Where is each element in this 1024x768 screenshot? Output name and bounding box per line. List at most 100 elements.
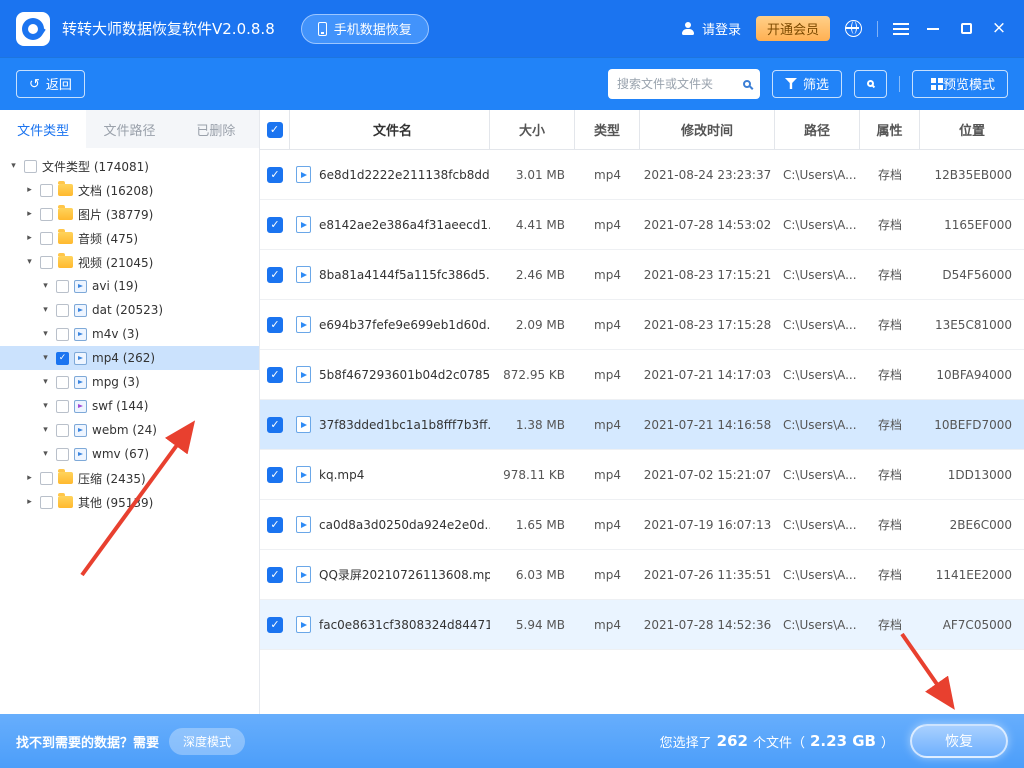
row-checkbox[interactable]: ✓ xyxy=(267,466,283,483)
tree-checkbox[interactable]: ✓ xyxy=(40,183,53,197)
table-row[interactable]: ✓ 5b8f467293601b04d2c0785... 872.95 KB m… xyxy=(260,350,1024,400)
expand-arrow-icon[interactable]: ▾ xyxy=(40,353,51,363)
expand-arrow-icon[interactable]: ▾ xyxy=(40,377,51,387)
tree-item[interactable]: ▸ ✓ 文档 (16208) xyxy=(0,178,259,202)
search-box[interactable] xyxy=(607,68,760,99)
search-options-button[interactable] xyxy=(853,69,887,98)
expand-arrow-icon[interactable]: ▾ xyxy=(40,281,51,291)
expand-arrow-icon[interactable]: ▸ xyxy=(24,473,35,483)
tree-item[interactable]: ▾ ✓ avi (19) xyxy=(0,274,259,298)
row-checkbox[interactable]: ✓ xyxy=(267,366,283,383)
row-checkbox[interactable]: ✓ xyxy=(267,216,283,233)
tree-checkbox[interactable]: ✓ xyxy=(56,375,69,389)
tree-checkbox[interactable]: ✓ xyxy=(40,495,53,509)
table-row[interactable]: ✓ 6e8d1d2222e211138fcb8dd... 3.01 MB mp4… xyxy=(260,150,1024,200)
file-type: mp4 xyxy=(594,517,621,532)
col-type[interactable]: 类型 xyxy=(575,110,640,149)
close-button[interactable]: × xyxy=(990,20,1008,38)
tree-checkbox[interactable]: ✓ xyxy=(40,207,53,221)
app-logo xyxy=(16,11,50,46)
expand-arrow-icon[interactable]: ▸ xyxy=(24,497,35,507)
search-icon[interactable] xyxy=(742,79,751,88)
service-icon[interactable] xyxy=(845,20,862,37)
tree-checkbox[interactable]: ✓ xyxy=(56,423,69,437)
col-modified[interactable]: 修改时间 xyxy=(640,110,775,149)
tab-file-type[interactable]: 文件类型 xyxy=(0,110,87,148)
table-row[interactable]: ✓ e8142ae2e386a4f31aeecd1... 4.41 MB mp4… xyxy=(260,200,1024,250)
tree-item[interactable]: ▸ ✓ 图片 (38779) xyxy=(0,202,259,226)
tree-checkbox[interactable]: ✓ xyxy=(56,303,69,317)
tree-item[interactable]: ▾ ✓ mpg (3) xyxy=(0,370,259,394)
footer-right: 您选择了 262 个文件（ 2.23 GB ） 恢复 xyxy=(660,724,1008,758)
tree-checkbox[interactable]: ✓ xyxy=(24,159,37,173)
col-location[interactable]: 位置 xyxy=(920,110,1024,149)
tree-item[interactable]: ▾ ✓ mp4 (262) xyxy=(0,346,259,370)
tree-checkbox[interactable]: ✓ xyxy=(40,255,53,269)
maximize-button[interactable] xyxy=(957,20,975,38)
login-button[interactable]: 请登录 xyxy=(682,19,741,38)
select-all-checkbox[interactable]: ✓ xyxy=(266,121,283,138)
tree-item[interactable]: ▾ ✓ m4v (3) xyxy=(0,322,259,346)
tree-item[interactable]: ▾ ✓ wmv (67) xyxy=(0,442,259,466)
filter-button[interactable]: 筛选 xyxy=(771,69,842,98)
tree-checkbox[interactable]: ✓ xyxy=(56,399,69,413)
table-row[interactable]: ✓ fac0e8631cf3808324d84471... 5.94 MB mp… xyxy=(260,600,1024,650)
row-checkbox[interactable]: ✓ xyxy=(267,566,283,583)
tree-checkbox[interactable]: ✓ xyxy=(56,351,69,365)
table-row[interactable]: ✓ 8ba81a4144f5a115fc386d5... 2.46 MB mp4… xyxy=(260,250,1024,300)
table-row[interactable]: ✓ kq.mp4 978.11 KB mp4 2021-07-02 15:21:… xyxy=(260,450,1024,500)
expand-arrow-icon[interactable]: ▸ xyxy=(24,185,35,195)
row-checkbox[interactable]: ✓ xyxy=(267,416,283,433)
col-path[interactable]: 路径 xyxy=(775,110,860,149)
phone-recovery-button[interactable]: 手机数据恢复 xyxy=(300,13,429,44)
node-icon xyxy=(58,493,73,508)
tree-checkbox[interactable]: ✓ xyxy=(56,447,69,461)
content-area: 文件类型 文件路径 已删除 ▾ ✓ 文件类型 (174081) ▸ ✓ xyxy=(0,110,1024,714)
expand-arrow-icon[interactable]: ▸ xyxy=(24,233,35,243)
tree-checkbox[interactable]: ✓ xyxy=(40,231,53,245)
tree-item[interactable]: ▸ ✓ 音频 (475) xyxy=(0,226,259,250)
row-checkbox[interactable]: ✓ xyxy=(267,516,283,533)
back-button[interactable]: ↺ 返回 xyxy=(16,69,85,98)
tree-item[interactable]: ▸ ✓ 压缩 (2435) xyxy=(0,466,259,490)
tree-item[interactable]: ▾ ✓ 视频 (21045) xyxy=(0,250,259,274)
expand-arrow-icon[interactable]: ▾ xyxy=(40,305,51,315)
tree-item[interactable]: ▾ ✓ dat (20523) xyxy=(0,298,259,322)
recover-button[interactable]: 恢复 xyxy=(910,724,1008,758)
col-filename[interactable]: 文件名 xyxy=(290,110,490,149)
tree-item[interactable]: ▾ ✓ webm (24) xyxy=(0,418,259,442)
minimize-button[interactable] xyxy=(924,20,942,38)
row-checkbox[interactable]: ✓ xyxy=(267,166,283,183)
expand-arrow-icon[interactable]: ▾ xyxy=(40,329,51,339)
table-row[interactable]: ✓ ca0d8a3d0250da924e2e0d... 1.65 MB mp4 … xyxy=(260,500,1024,550)
expand-arrow-icon[interactable]: ▾ xyxy=(40,425,51,435)
expand-arrow-icon[interactable]: ▾ xyxy=(24,257,35,267)
row-checkbox[interactable]: ✓ xyxy=(267,316,283,333)
tree-item[interactable]: ▸ ✓ 其他 (95139) xyxy=(0,490,259,514)
tab-deleted[interactable]: 已删除 xyxy=(173,110,259,148)
expand-arrow-icon[interactable]: ▾ xyxy=(8,161,19,171)
col-attr[interactable]: 属性 xyxy=(860,110,920,149)
search-input[interactable] xyxy=(616,76,737,91)
table-row[interactable]: ✓ QQ录屏20210726113608.mp4 6.03 MB mp4 202… xyxy=(260,550,1024,600)
col-size[interactable]: 大小 xyxy=(490,110,575,149)
row-checkbox[interactable]: ✓ xyxy=(267,616,283,633)
table-header: ✓ 文件名 大小 类型 修改时间 路径 属性 位置 xyxy=(260,110,1024,150)
tree-checkbox[interactable]: ✓ xyxy=(56,279,69,293)
tree-checkbox[interactable]: ✓ xyxy=(56,327,69,341)
tree-item[interactable]: ▾ ✓ 文件类型 (174081) xyxy=(0,154,259,178)
vip-button[interactable]: 开通会员 xyxy=(755,16,830,41)
row-checkbox[interactable]: ✓ xyxy=(267,266,283,283)
menu-icon[interactable] xyxy=(893,22,909,35)
expand-arrow-icon[interactable]: ▾ xyxy=(40,449,51,459)
tab-file-path[interactable]: 文件路径 xyxy=(86,110,172,148)
tree-checkbox[interactable]: ✓ xyxy=(40,471,53,485)
expand-arrow-icon[interactable]: ▸ xyxy=(24,209,35,219)
deep-mode-button[interactable]: 深度模式 xyxy=(169,727,246,755)
tree-item[interactable]: ▾ ✓ swf (144) xyxy=(0,394,259,418)
table-row[interactable]: ✓ 37f83dded1bc1a1b8fff7b3ff... 1.38 MB m… xyxy=(260,400,1024,450)
preview-mode-button[interactable]: 预览模式 xyxy=(911,69,1008,98)
table-row[interactable]: ✓ e694b37fefe9e699eb1d60d... 2.09 MB mp4… xyxy=(260,300,1024,350)
expand-arrow-icon[interactable]: ▾ xyxy=(40,401,51,411)
video-file-icon xyxy=(296,516,311,533)
